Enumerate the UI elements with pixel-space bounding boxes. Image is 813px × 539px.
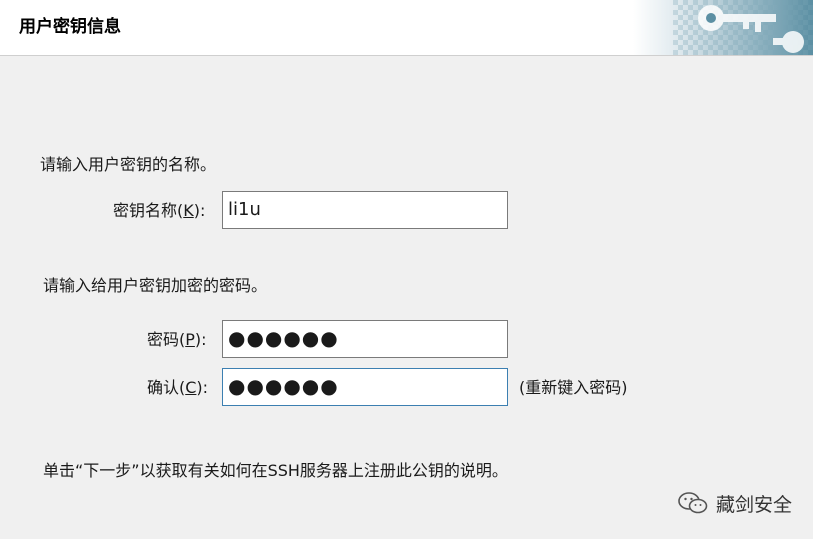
confirm-password-label: 确认(C): bbox=[147, 378, 209, 397]
watermark: 藏剑安全 bbox=[678, 490, 792, 516]
password-input[interactable]: ●●●●●● bbox=[222, 320, 508, 358]
password-label: 密码(P): bbox=[147, 330, 207, 349]
key-name-label: 密钥名称(K): bbox=[113, 201, 206, 220]
watermark-text: 藏剑安全 bbox=[716, 493, 793, 516]
key-banner-icon bbox=[633, 0, 813, 55]
confirm-password-hint: (重新键入密码) bbox=[519, 378, 628, 397]
key-name-input[interactable]: li1u bbox=[222, 191, 508, 229]
key-name-prompt: 请输入用户密钥的名称。 bbox=[40, 155, 217, 174]
page-title: 用户密钥信息 bbox=[19, 17, 121, 37]
password-prompt: 请输入给用户密钥加密的密码。 bbox=[43, 276, 268, 295]
wechat-icon bbox=[678, 492, 708, 514]
confirm-password-input[interactable]: ●●●●●● bbox=[222, 368, 508, 406]
wizard-header: 用户密钥信息 bbox=[0, 0, 813, 56]
next-step-instruction: 单击“下一步”以获取有关如何在SSH服务器上注册此公钥的说明。 bbox=[43, 461, 508, 480]
